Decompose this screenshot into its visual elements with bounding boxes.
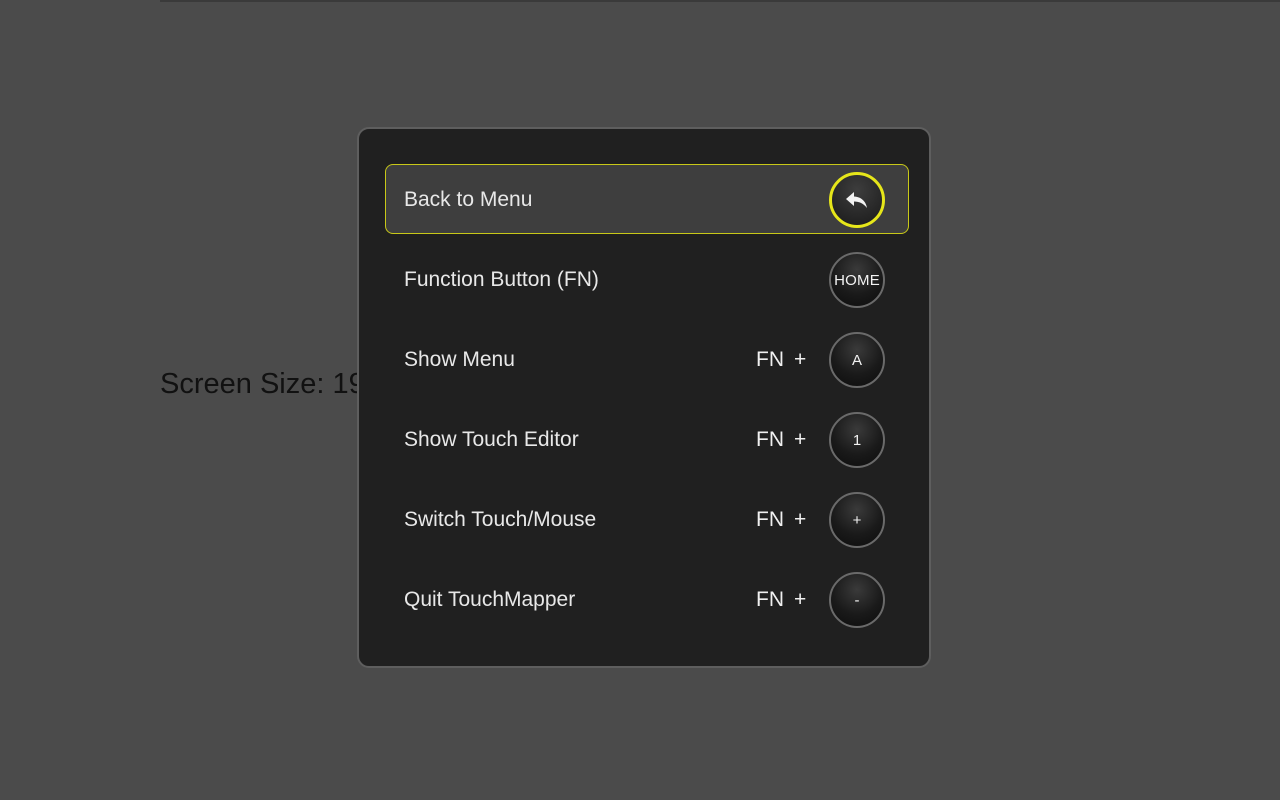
key-1-button[interactable]: 1 (829, 412, 885, 468)
menu-row-back-to-menu[interactable]: Back to Menu (385, 164, 909, 234)
key-combo: FN + (756, 325, 806, 395)
plus-sign: + (794, 588, 807, 611)
menu-row-function-button[interactable]: Function Button (FN) HOME (385, 244, 909, 314)
menu-row-show-menu[interactable]: Show Menu FN + A (385, 324, 909, 394)
row-label: Back to Menu (404, 188, 533, 211)
row-label: Switch Touch/Mouse (404, 508, 597, 531)
fn-label: FN (756, 588, 784, 611)
row-label: Quit TouchMapper (404, 588, 576, 611)
key-combo: FN + (756, 565, 806, 635)
back-arrow-icon (845, 191, 869, 209)
fn-label: FN (756, 508, 784, 531)
row-label: Show Menu (404, 348, 515, 371)
shortcut-menu-panel: Back to Menu Function Button (FN) HOME S… (357, 127, 931, 668)
row-label: Show Touch Editor (404, 428, 579, 451)
screen: Screen Size: 1920 | 1200 Back to Menu Fu… (0, 0, 1280, 800)
key-a-button[interactable]: A (829, 332, 885, 388)
back-to-menu-button[interactable] (829, 172, 885, 228)
plus-sign: + (794, 508, 807, 531)
menu-row-show-touch-editor[interactable]: Show Touch Editor FN + 1 (385, 404, 909, 474)
menu-row-quit-touchmapper[interactable]: Quit TouchMapper FN + - (385, 564, 909, 634)
key-minus-button[interactable]: - (829, 572, 885, 628)
key-plus-button[interactable]: + (829, 492, 885, 548)
key-combo: FN + (756, 405, 806, 475)
plus-sign: + (794, 428, 807, 451)
key-home-button[interactable]: HOME (829, 252, 885, 308)
plus-sign: + (794, 348, 807, 371)
menu-row-switch-touch-mouse[interactable]: Switch Touch/Mouse FN + + (385, 484, 909, 554)
row-label: Function Button (FN) (404, 268, 599, 291)
key-combo: FN + (756, 485, 806, 555)
fn-label: FN (756, 348, 784, 371)
fn-label: FN (756, 428, 784, 451)
top-divider (160, 0, 1280, 2)
